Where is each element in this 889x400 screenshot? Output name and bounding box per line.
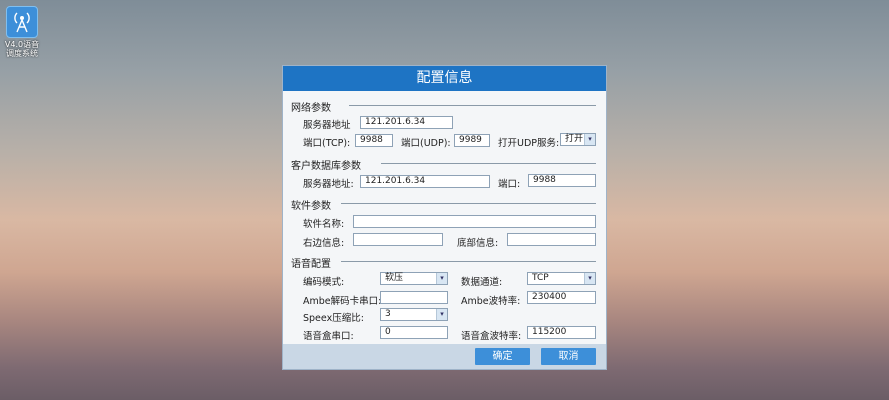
dialog-title: 配置信息 <box>283 66 606 91</box>
ok-button[interactable]: 确定 <box>475 348 530 365</box>
section-network: 网络参数 <box>291 99 596 114</box>
config-dialog: 配置信息 网络参数 服务器地址 121.201.6.34 端口(TCP): 99… <box>282 65 607 370</box>
server-addr-label: 服务器地址 <box>303 120 351 131</box>
speex-ratio-label: Speex压缩比: <box>303 313 364 324</box>
voice-box-port-input[interactable]: 0 <box>380 326 448 339</box>
udp-port-label: 端口(UDP): <box>401 138 451 149</box>
radio-tower-icon <box>6 6 38 38</box>
data-channel-label: 数据通道: <box>461 277 503 288</box>
right-info-label: 右边信息: <box>303 238 345 249</box>
db-port-label: 端口: <box>498 179 521 190</box>
dialog-footer: 确定 取消 <box>283 344 606 369</box>
tcp-port-input[interactable]: 9988 <box>355 134 393 147</box>
ambe-baud-label: Ambe波特率: <box>461 296 521 307</box>
ambe-baud-input[interactable]: 230400 <box>527 291 596 304</box>
right-info-input[interactable] <box>353 233 443 246</box>
udp-service-label: 打开UDP服务: <box>498 138 560 149</box>
server-addr-input[interactable]: 121.201.6.34 <box>360 116 453 129</box>
encode-mode-select[interactable]: 软压 ▾ <box>380 272 448 285</box>
section-software: 软件参数 <box>291 197 596 212</box>
speex-ratio-select[interactable]: 3 ▾ <box>380 308 448 321</box>
voice-box-baud-input[interactable]: 115200 <box>527 326 596 339</box>
voice-box-port-label: 语音盒串口: <box>303 331 354 342</box>
chevron-down-icon: ▾ <box>584 273 595 284</box>
software-name-input[interactable] <box>353 215 596 228</box>
encode-mode-label: 编码模式: <box>303 277 345 288</box>
chevron-down-icon: ▾ <box>436 273 447 284</box>
voice-box-baud-label: 语音盒波特率: <box>461 331 522 342</box>
udp-service-select[interactable]: 打开 ▾ <box>560 133 596 146</box>
bottom-info-input[interactable] <box>507 233 596 246</box>
ambe-port-label: Ambe解码卡串口: <box>303 296 382 307</box>
desktop-app-icon[interactable]: V4.0语音 调度系统 <box>4 6 40 58</box>
data-channel-select[interactable]: TCP ▾ <box>527 272 596 285</box>
chevron-down-icon: ▾ <box>436 309 447 320</box>
db-server-addr-input[interactable]: 121.201.6.34 <box>360 175 490 188</box>
bottom-info-label: 底部信息: <box>457 238 499 249</box>
db-server-addr-label: 服务器地址: <box>303 179 354 190</box>
udp-port-input[interactable]: 9989 <box>454 134 490 147</box>
section-voice: 语音配置 <box>291 255 596 270</box>
tcp-port-label: 端口(TCP): <box>303 138 351 149</box>
software-name-label: 软件名称: <box>303 219 345 230</box>
db-port-input[interactable]: 9988 <box>528 174 596 187</box>
section-client-db: 客户数据库参数 <box>291 157 596 172</box>
cancel-button[interactable]: 取消 <box>541 348 596 365</box>
ambe-port-input[interactable] <box>380 291 448 304</box>
chevron-down-icon: ▾ <box>584 134 595 145</box>
desktop-icon-label: V4.0语音 调度系统 <box>4 40 40 58</box>
